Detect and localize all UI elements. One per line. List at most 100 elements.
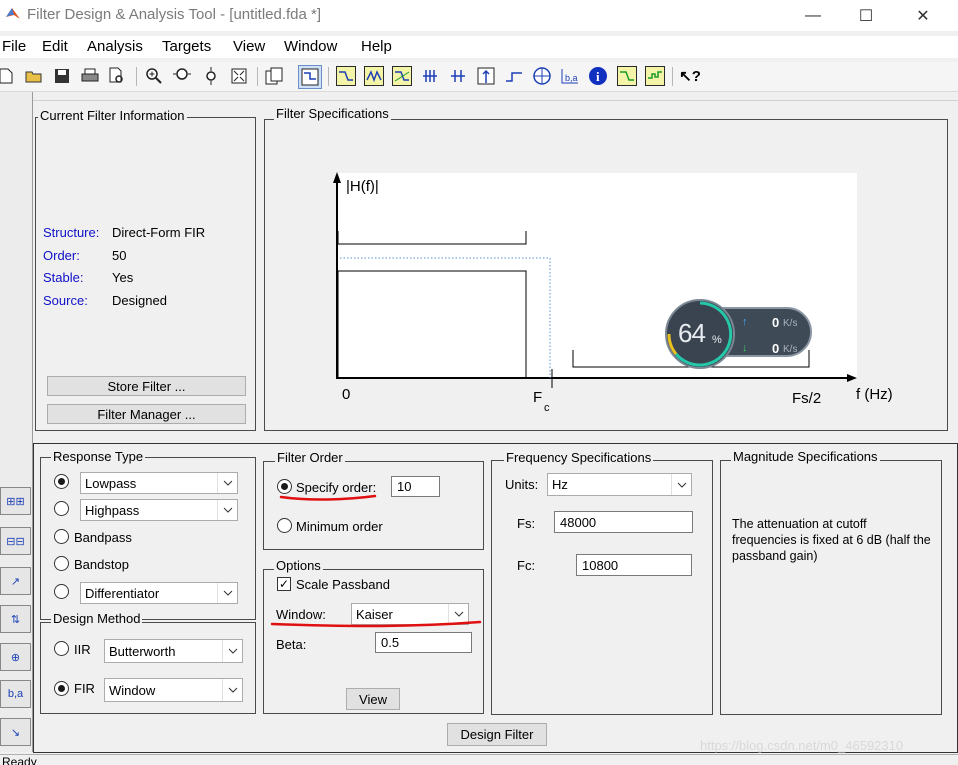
units-select[interactable]: Hz — [547, 473, 692, 496]
iir-label[interactable]: IIR — [74, 642, 91, 657]
fir-method-select[interactable]: Window — [104, 678, 243, 702]
sidebar-pole-zero-editor-icon[interactable]: ⊕ — [0, 643, 31, 671]
frequency-specs-title: Frequency Specifications — [504, 450, 654, 465]
highpass-select[interactable]: Highpass — [80, 499, 238, 521]
upload-speed: 0 — [772, 315, 780, 330]
minimum-order-label[interactable]: Minimum order — [296, 519, 383, 534]
store-filter-button[interactable]: Store Filter ... — [47, 376, 246, 396]
phase-delay-icon[interactable] — [448, 66, 468, 86]
filter-order-title: Filter Order — [275, 450, 345, 465]
bandpass-label[interactable]: Bandpass — [74, 530, 132, 545]
sidebar-import-icon[interactable]: b,a — [0, 680, 31, 708]
print-preview-icon[interactable] — [107, 66, 127, 86]
save-icon[interactable] — [52, 66, 72, 86]
units-label: Units: — [505, 477, 539, 492]
window-select[interactable]: Kaiser — [351, 603, 469, 625]
magnitude-response-icon[interactable] — [336, 66, 356, 86]
menu-view[interactable]: View — [233, 38, 265, 55]
step-response-icon[interactable] — [504, 66, 524, 86]
beta-input[interactable]: 0.5 — [375, 632, 472, 653]
specify-order-radio[interactable] — [277, 479, 292, 494]
sidebar-convert-structure-icon[interactable]: ⊟⊟ — [0, 527, 31, 555]
lowpass-radio[interactable] — [54, 474, 69, 489]
group-delay-icon[interactable] — [420, 66, 440, 86]
network-speed-widget[interactable]: 64 % ↑ ↓ 0 K/s 0 K/s — [664, 298, 814, 370]
sidebar-design-filter-icon[interactable]: ↗ — [0, 567, 31, 595]
whats-this-icon[interactable]: ↖? — [679, 66, 701, 86]
iir-method-select[interactable]: Butterworth — [104, 639, 243, 663]
design-filter-button[interactable]: Design Filter — [447, 723, 547, 746]
bandstop-radio[interactable] — [54, 556, 69, 571]
differentiator-radio[interactable] — [54, 584, 69, 599]
fc-input[interactable]: 10800 — [576, 554, 692, 576]
menu-bar: File Edit Analysis Targets View Window H… — [0, 36, 958, 58]
specify-order-label[interactable]: Specify order: — [296, 480, 376, 495]
status-text: Ready — [2, 755, 37, 765]
zoom-y-icon[interactable] — [201, 66, 221, 86]
full-view-icon[interactable] — [229, 66, 249, 86]
cpu-percent: 64 — [678, 318, 706, 348]
chevron-down-icon — [217, 500, 237, 520]
differentiator-select[interactable]: Differentiator — [80, 582, 238, 604]
chevron-down-icon — [671, 474, 691, 495]
sidebar-transform-icon[interactable]: ⊞⊞ — [0, 487, 31, 515]
fir-label[interactable]: FIR — [74, 681, 95, 696]
roundoff-noise-icon[interactable] — [645, 66, 665, 86]
tick-fc-subscript: c — [544, 402, 550, 414]
fs-input[interactable]: 48000 — [554, 511, 693, 533]
title-bar: Filter Design & Analysis Tool - [untitle… — [0, 0, 958, 31]
zoom-x-icon[interactable] — [172, 66, 192, 86]
scale-passband-label[interactable]: Scale Passband — [296, 577, 390, 592]
filter-specs-icon[interactable] — [298, 65, 322, 89]
maximize-button[interactable]: ☐ — [843, 0, 889, 31]
minimize-button[interactable]: — — [790, 0, 836, 31]
close-button[interactable]: ✕ — [900, 0, 946, 31]
tick-fc: F — [533, 389, 543, 406]
sidebar-multirate-icon[interactable]: ↘ — [0, 718, 31, 746]
filter-manager-button[interactable]: Filter Manager ... — [47, 404, 246, 424]
menu-analysis[interactable]: Analysis — [87, 38, 143, 55]
menu-edit[interactable]: Edit — [42, 38, 68, 55]
iir-radio[interactable] — [54, 641, 69, 656]
matlab-logo-icon — [5, 6, 21, 22]
info-icon[interactable]: i — [588, 66, 608, 86]
tick-zero: 0 — [342, 386, 351, 403]
structure-value: Direct-Form FIR — [112, 225, 206, 240]
x-axis-label: f (Hz) — [856, 386, 893, 403]
phase-response-icon[interactable] — [364, 66, 384, 86]
bandpass-radio[interactable] — [54, 529, 69, 544]
print-icon[interactable] — [80, 66, 100, 86]
download-speed: 0 — [772, 341, 780, 356]
fir-radio[interactable] — [54, 681, 69, 696]
watermark: https://blog.csdn.net/m0_46592310 — [700, 738, 904, 753]
filter-spec-diagram — [333, 172, 857, 388]
svg-text:i: i — [596, 69, 600, 84]
impulse-response-icon[interactable] — [476, 66, 496, 86]
new-window-icon[interactable] — [264, 66, 284, 86]
open-icon[interactable] — [24, 66, 44, 86]
lowpass-select[interactable]: Lowpass — [80, 472, 238, 494]
order-input[interactable]: 10 — [391, 476, 440, 497]
menu-window[interactable]: Window — [284, 38, 337, 55]
magnitude-specs-text: The attenuation at cutoff frequencies is… — [732, 517, 931, 563]
sidebar-quantize-icon[interactable]: ⇅ — [0, 605, 31, 633]
bandstop-label[interactable]: Bandstop — [74, 557, 129, 572]
menu-targets[interactable]: Targets — [162, 38, 211, 55]
minimum-order-radio[interactable] — [277, 518, 292, 533]
zoom-in-icon[interactable] — [144, 66, 164, 86]
scale-passband-checkbox[interactable]: ✓ — [277, 577, 291, 591]
options-title: Options — [274, 558, 323, 573]
pole-zero-icon[interactable] — [532, 66, 552, 86]
order-label: Order: — [43, 248, 80, 263]
new-icon[interactable] — [0, 66, 16, 86]
menu-help[interactable]: Help — [361, 38, 392, 55]
magnitude-phase-icon[interactable] — [392, 66, 412, 86]
toolbar: b,a i ↖? — [0, 62, 958, 92]
menu-file[interactable]: File — [2, 38, 26, 55]
highpass-radio[interactable] — [54, 501, 69, 516]
cpu-percent-unit: % — [712, 334, 722, 346]
coefficients-icon[interactable]: b,a — [560, 66, 580, 86]
magnitude-estimate-icon[interactable] — [617, 66, 637, 86]
chevron-down-icon — [217, 473, 237, 493]
view-button[interactable]: View — [346, 688, 400, 710]
